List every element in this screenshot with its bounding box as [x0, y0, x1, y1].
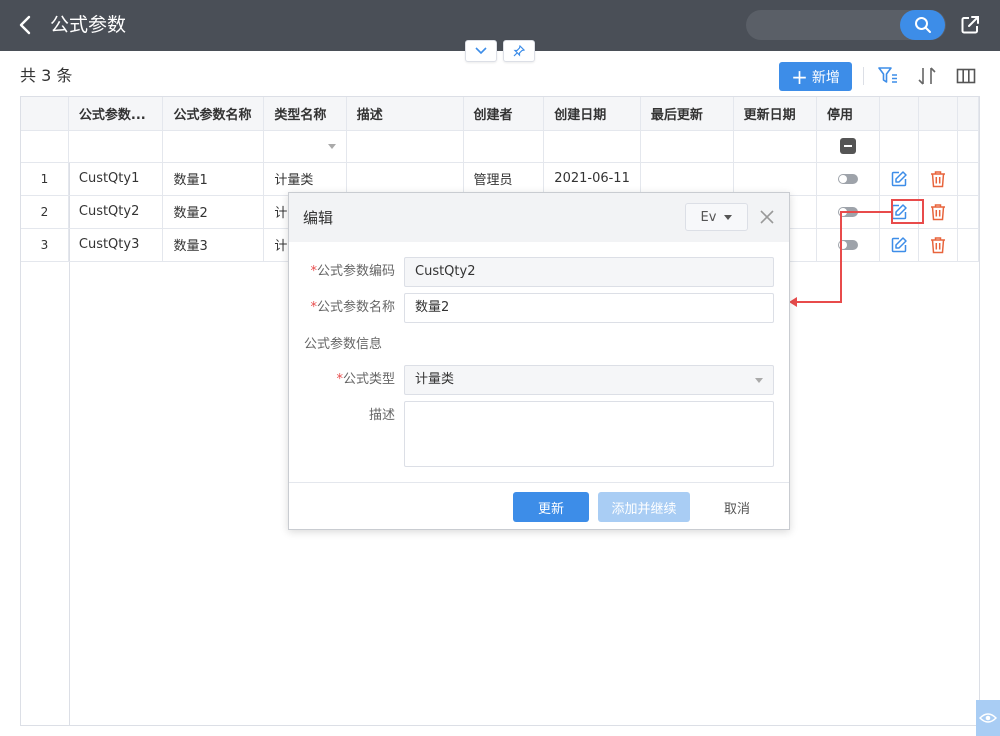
section-label: 公式参数信息 — [304, 337, 383, 352]
disabled-toggle[interactable] — [838, 173, 859, 184]
cell-code: CustQty1 — [68, 162, 164, 196]
filter-cell-index — [21, 130, 69, 163]
dropdown-caret-icon — [327, 143, 336, 149]
cell-name: 数量2 — [162, 195, 265, 229]
col-header-delete — [918, 97, 958, 131]
col-header-creator[interactable]: 创建者 — [463, 97, 545, 131]
edit-icon[interactable] — [890, 170, 908, 188]
cell-desc — [346, 162, 464, 196]
filter-code-input[interactable] — [68, 130, 164, 163]
desc-field-label: 描述 — [368, 408, 395, 423]
col-header-type[interactable]: 类型名称 — [263, 97, 347, 131]
language-select[interactable]: Ev — [685, 203, 748, 231]
cell-creator: 管理员 — [463, 162, 545, 196]
code-field[interactable]: CustQty2 — [404, 257, 774, 287]
cancel-button[interactable]: 取消 — [711, 492, 763, 522]
cell-code: CustQty2 — [68, 195, 164, 229]
chevron-down-icon — [475, 47, 487, 55]
update-button[interactable]: 更新 — [513, 492, 589, 522]
cell-disabled — [816, 162, 881, 196]
add-button-label: 新增 — [811, 69, 840, 86]
cell-name: 数量1 — [162, 162, 265, 196]
dropdown-caret-icon — [755, 378, 763, 383]
row-index: 2 — [21, 195, 69, 229]
dialog-title: 编辑 — [303, 209, 334, 227]
plus-icon: + — [791, 64, 808, 89]
col-header-created[interactable]: 创建日期 — [543, 97, 641, 131]
desc-textarea[interactable] — [404, 401, 774, 467]
indeterminate-checkbox-icon — [840, 138, 857, 154]
trash-icon[interactable] — [929, 236, 947, 254]
col-header-index — [21, 97, 69, 131]
col-header-updated[interactable]: 更新日期 — [733, 97, 818, 131]
trash-icon[interactable] — [929, 170, 947, 188]
back-arrow-icon[interactable] — [14, 13, 38, 37]
filter-disabled-checkbox[interactable] — [816, 130, 881, 163]
annotation-arrowhead-icon — [789, 297, 797, 307]
cell-created: 2021-06-11 — [543, 162, 641, 196]
col-header-last-update[interactable]: 最后更新 — [640, 97, 734, 131]
trash-icon[interactable] — [929, 203, 947, 221]
edit-highlight-box — [891, 199, 924, 224]
dialog-footer-divider — [289, 482, 789, 483]
collapse-toggle-button[interactable] — [465, 40, 497, 62]
filter-updated-input[interactable] — [733, 130, 818, 163]
add-button[interactable]: + 新增 — [779, 62, 852, 91]
edit-icon[interactable] — [890, 236, 908, 254]
row-index: 3 — [21, 228, 69, 262]
col-header-edit — [879, 97, 919, 131]
cell-last-update — [640, 162, 734, 196]
share-icon[interactable] — [958, 13, 982, 37]
col-header-code[interactable]: 公式参数... — [68, 97, 164, 131]
col-header-name[interactable]: 公式参数名称 — [162, 97, 265, 131]
cell-name: 数量3 — [162, 228, 265, 262]
search-button[interactable] — [900, 10, 945, 40]
sort-icon[interactable] — [916, 65, 938, 87]
type-select-value: 计量类 — [415, 372, 455, 387]
cell-disabled — [816, 228, 881, 262]
eye-icon[interactable] — [976, 700, 1000, 736]
filter-created-input[interactable] — [543, 130, 641, 163]
columns-icon[interactable] — [955, 65, 977, 87]
app-header: 公式参数 — [0, 0, 1000, 51]
chevron-down-icon — [724, 214, 733, 220]
code-field-label: *公式参数编码 — [310, 264, 395, 279]
filter-desc-input[interactable] — [346, 130, 464, 163]
filter-last-update-input[interactable] — [640, 130, 734, 163]
annotation-arrow-line — [840, 211, 892, 213]
type-select[interactable]: 计量类 — [404, 365, 774, 395]
annotation-arrow-line — [840, 212, 842, 302]
add-continue-button: 添加并继续 — [598, 492, 690, 522]
close-icon[interactable] — [757, 207, 777, 227]
name-field[interactable]: 数量2 — [404, 293, 774, 323]
name-field-label: *公式参数名称 — [310, 300, 395, 315]
cell-code: CustQty3 — [68, 228, 164, 262]
toolbar-divider — [863, 67, 864, 85]
page-title: 公式参数 — [50, 14, 127, 36]
col-header-spacer — [957, 97, 980, 131]
record-count: 共 3 条 — [20, 66, 73, 85]
col-header-desc[interactable]: 描述 — [346, 97, 464, 131]
edit-dialog: 编辑 Ev *公式参数编码 CustQty2 *公式参数名称 数量2 公式参数信… — [288, 192, 790, 530]
type-field-label: *公式类型 — [336, 372, 395, 387]
pin-button[interactable] — [503, 40, 535, 62]
cell-updated — [733, 162, 818, 196]
annotation-arrow-line — [796, 301, 842, 303]
language-label: Ev — [700, 209, 717, 225]
filter-creator-input[interactable] — [463, 130, 545, 163]
filter-icon[interactable] — [877, 65, 899, 87]
filter-name-input[interactable] — [162, 130, 265, 163]
row-index: 1 — [21, 162, 69, 196]
cell-type: 计量类 — [263, 162, 347, 196]
table-header-row: 公式参数... 公式参数名称 类型名称 描述 创建者 创建日期 最后更新 更新日… — [21, 97, 980, 131]
table-row[interactable]: 1 CustQty1 数量1 计量类 管理员 2021-06-11 — [21, 162, 980, 196]
col-header-disabled[interactable]: 停用 — [816, 97, 881, 131]
filter-row — [21, 130, 980, 163]
pin-icon — [513, 45, 525, 57]
filter-type-select[interactable] — [263, 130, 347, 163]
dialog-header: 编辑 Ev — [289, 193, 789, 242]
search-icon — [914, 17, 931, 33]
